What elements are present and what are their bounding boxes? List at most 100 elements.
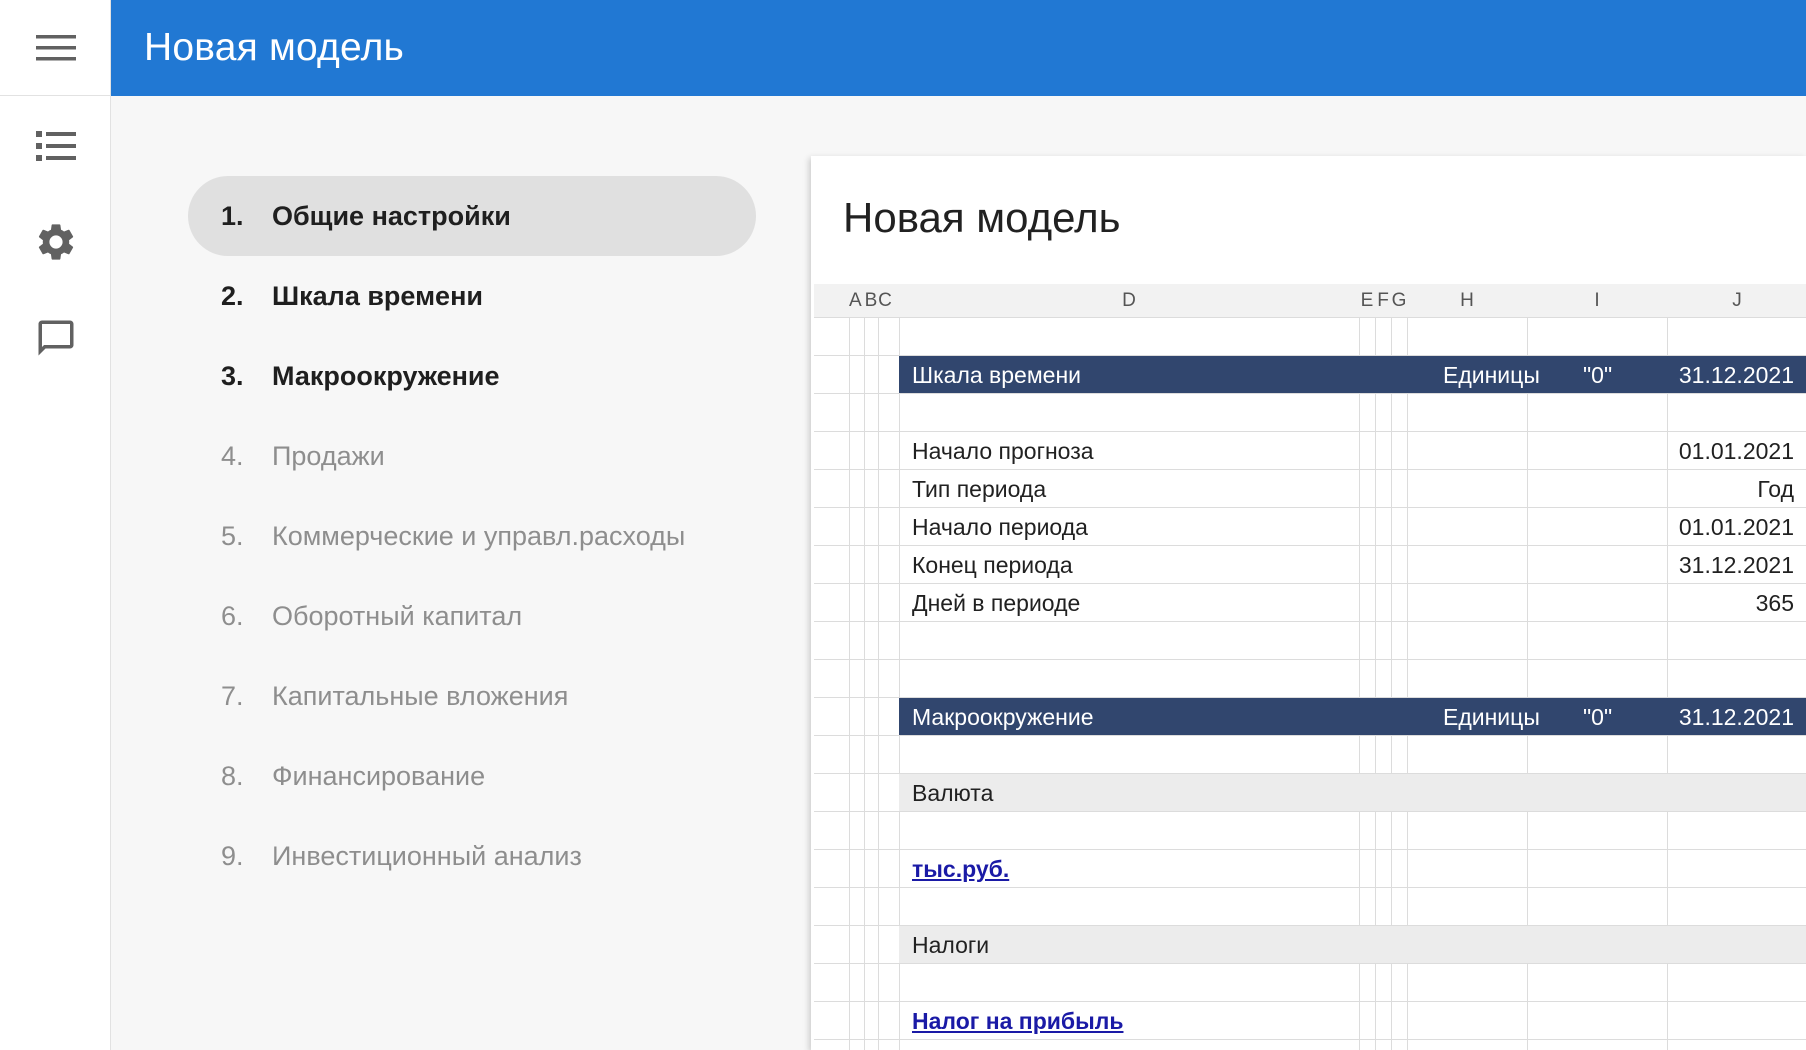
grid-line xyxy=(899,394,900,431)
sheet-row xyxy=(814,318,1806,356)
section-row-macro: Макроокружение Единицы "0" 31.12.2021 xyxy=(814,698,1806,736)
step-item-investment-analysis[interactable]: 9. Инвестиционный анализ xyxy=(188,816,756,896)
grid-line xyxy=(864,926,865,963)
grid-line xyxy=(849,698,850,735)
step-item-financing[interactable]: 8. Финансирование xyxy=(188,736,756,816)
section-title: Шкала времени xyxy=(912,362,1081,388)
app-title: Новая модель xyxy=(144,26,405,69)
step-item-macro[interactable]: 3. Макроокружение xyxy=(188,336,756,416)
subsection-title: Валюта xyxy=(912,780,994,806)
grid-line xyxy=(1407,470,1408,507)
grid-line xyxy=(849,508,850,545)
grid-line xyxy=(1375,470,1376,507)
profit-tax-link[interactable]: Налог на прибыль xyxy=(912,1008,1123,1034)
grid-line xyxy=(878,584,879,621)
section-units: Единицы xyxy=(1443,362,1540,388)
grid-line xyxy=(1391,812,1392,849)
grid-line xyxy=(1407,964,1408,1001)
grid-line xyxy=(1375,394,1376,431)
col-header-e: E xyxy=(1360,290,1374,311)
grid-line xyxy=(899,546,900,583)
grid-line xyxy=(878,470,879,507)
settings-button[interactable] xyxy=(0,206,111,278)
grid-line xyxy=(1359,432,1360,469)
grid-line xyxy=(1527,888,1528,925)
grid-line xyxy=(1527,546,1528,583)
sheet-row xyxy=(814,888,1806,926)
step-number: 2. xyxy=(221,280,244,311)
col-header-b: B xyxy=(864,290,878,311)
grid-line xyxy=(864,698,865,735)
step-item-sales[interactable]: 4. Продажи xyxy=(188,416,756,496)
grid-line xyxy=(1527,736,1528,773)
step-item-sga-expenses[interactable]: 5. Коммерческие и управл.расходы xyxy=(188,496,756,576)
subsection-row-currency: Валюта xyxy=(814,774,1806,812)
currency-link[interactable]: тыс.руб. xyxy=(912,856,1009,882)
grid-line xyxy=(849,318,850,355)
row-value: 31.12.2021 xyxy=(1678,552,1794,578)
grid-line xyxy=(849,964,850,1001)
grid-line xyxy=(1359,318,1360,355)
grid-line xyxy=(1527,964,1528,1001)
step-label: Капитальные вложения xyxy=(272,680,569,711)
grid-line xyxy=(878,660,879,697)
col-header-h: H xyxy=(1460,290,1474,311)
grid-line xyxy=(878,546,879,583)
grid-line xyxy=(1407,432,1408,469)
grid-line xyxy=(1359,394,1360,431)
step-item-general-settings[interactable]: 1. Общие настройки xyxy=(188,176,756,256)
grid-line xyxy=(1667,508,1668,545)
grid-line xyxy=(1667,850,1668,887)
step-item-timeline[interactable]: 2. Шкала времени xyxy=(188,256,756,336)
list-button[interactable] xyxy=(0,110,111,182)
subsection-row-taxes: Налоги xyxy=(814,926,1806,964)
step-number: 4. xyxy=(221,440,244,471)
row-label: Дней в периоде xyxy=(912,590,1081,616)
sheet-row xyxy=(814,812,1806,850)
grid-line xyxy=(864,660,865,697)
subsection-title: Налоги xyxy=(912,932,990,958)
grid-line xyxy=(849,470,850,507)
step-item-capex[interactable]: 7. Капитальные вложения xyxy=(188,656,756,736)
grid-line xyxy=(864,888,865,925)
grid-line xyxy=(1391,394,1392,431)
grid-line xyxy=(1359,508,1360,545)
grid-line xyxy=(1359,660,1360,697)
col-header-f: F xyxy=(1377,290,1389,311)
grid-line xyxy=(849,660,850,697)
spreadsheet: A B C D E F G H I J Шкала времени Единиц… xyxy=(814,284,1806,1050)
step-number: 5. xyxy=(221,520,244,551)
grid-line xyxy=(1667,660,1668,697)
grid-line xyxy=(878,698,879,735)
document-title: Новая модель xyxy=(843,194,1121,241)
table-row: Налог на прибыль xyxy=(814,1002,1806,1040)
step-number: 8. xyxy=(221,760,244,791)
grid-line xyxy=(1527,812,1528,849)
menu-button[interactable] xyxy=(0,0,111,96)
grid-line xyxy=(1375,736,1376,773)
grid-line xyxy=(864,812,865,849)
step-item-working-capital[interactable]: 6. Оборотный капитал xyxy=(188,576,756,656)
grid-line xyxy=(1667,1040,1668,1050)
grid-line xyxy=(1391,1040,1392,1050)
app-bar: Новая модель xyxy=(111,0,1806,96)
grid-line xyxy=(1359,1040,1360,1050)
grid-line xyxy=(1407,394,1408,431)
list-icon xyxy=(35,131,76,161)
grid-line xyxy=(864,318,865,355)
grid-line xyxy=(1391,622,1392,659)
grid-line xyxy=(1667,546,1668,583)
comments-button[interactable] xyxy=(0,302,111,374)
grid-line xyxy=(1527,1002,1528,1039)
link-cell: Налог на прибыль xyxy=(912,1008,1123,1035)
step-label: Коммерческие и управл.расходы xyxy=(272,520,686,551)
sheet-row xyxy=(814,1040,1806,1050)
grid-line xyxy=(1407,318,1408,355)
grid-line xyxy=(849,926,850,963)
grid-line xyxy=(878,356,879,393)
grid-line xyxy=(1391,318,1392,355)
grid-line xyxy=(1375,508,1376,545)
grid-line xyxy=(1391,546,1392,583)
step-label: Продажи xyxy=(272,440,385,471)
grid-line xyxy=(1527,508,1528,545)
